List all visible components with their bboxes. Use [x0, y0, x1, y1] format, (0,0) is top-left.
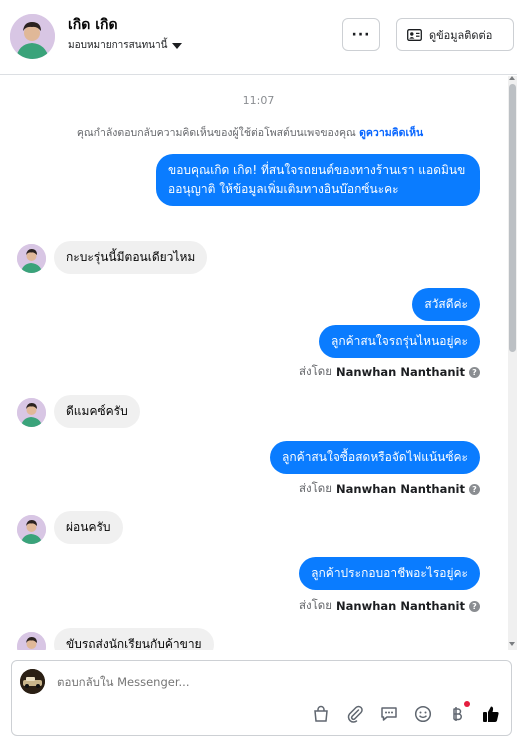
outgoing-message[interactable]: ขอบคุณเกิด เกิด! ที่สนใจรถยนต์ของทางร้าน…: [156, 154, 480, 206]
bag-icon[interactable]: [311, 704, 331, 724]
contact-avatar[interactable]: [10, 14, 55, 59]
attach-icon[interactable]: [345, 704, 365, 724]
view-comment-link[interactable]: ดูความคิดเห็น: [359, 127, 423, 139]
assign-label: มอบหมายการสนทนานี้: [68, 40, 168, 51]
sent-by-prefix: ส่งโดย: [298, 598, 333, 612]
sent-by-name: Nanwhan Nanthanit: [336, 599, 465, 613]
incoming-message[interactable]: ผ่อนครับ: [54, 511, 123, 544]
incoming-message[interactable]: ดีแมคซ์ครับ: [54, 395, 140, 428]
view-contact-label: ดูข้อมูลติดต่อ: [429, 28, 493, 42]
help-icon[interactable]: ?: [469, 600, 480, 612]
reply-input[interactable]: [57, 675, 357, 689]
view-contact-button[interactable]: ดูข้อมูลติดต่อ: [396, 18, 514, 51]
more-options-button[interactable]: ···: [342, 18, 380, 51]
sent-by-label: ส่งโดย Nanwhan Nanthanit ?: [299, 480, 480, 498]
scrollbar-thumb[interactable]: [509, 84, 516, 352]
message-thread[interactable]: 11:07 คุณกำลังตอบกลับความคิดเห็นของผู้ใช…: [0, 76, 508, 650]
like-icon[interactable]: [481, 704, 501, 724]
reply-context-note: คุณกำลังตอบกลับความคิดเห็นของผู้ใช้ต่อโพ…: [0, 124, 500, 141]
timestamp: 11:07: [242, 94, 275, 107]
sent-by-name: Nanwhan Nanthanit: [336, 482, 465, 496]
page-avatar: [20, 669, 45, 694]
contact-avatar-small: [17, 398, 46, 427]
help-icon[interactable]: ?: [469, 366, 480, 378]
contact-avatar-small: [17, 515, 46, 544]
contact-name[interactable]: เกิด เกิด: [68, 14, 118, 36]
incoming-message[interactable]: กะบะรุ่นนี้มีตอนเดียวไหม: [54, 241, 208, 274]
scroll-up-arrow-icon[interactable]: [509, 76, 515, 80]
scroll-down-arrow-icon[interactable]: [509, 642, 515, 646]
contact-avatar-small: [17, 632, 46, 650]
comment-icon[interactable]: [379, 704, 399, 724]
outgoing-message[interactable]: ลูกค้าประกอบอาชีพอะไรอยู่คะ: [299, 557, 480, 590]
outgoing-message[interactable]: ลูกค้าสนใจรถรุ่นไหนอยู่คะ: [318, 325, 480, 358]
sent-by-label: ส่งโดย Nanwhan Nanthanit ?: [299, 597, 480, 615]
contact-card-icon: [407, 28, 422, 41]
help-icon[interactable]: ?: [469, 483, 480, 495]
composer-toolbar: [311, 701, 501, 724]
caret-down-icon: [172, 42, 183, 49]
sent-by-prefix: ส่งโดย: [298, 364, 333, 378]
baht-icon[interactable]: [447, 701, 470, 724]
conversation-header: เกิด เกิด มอบหมายการสนทนานี้ ··· ดูข้อมู…: [0, 0, 517, 75]
assign-conversation-dropdown[interactable]: มอบหมายการสนทนานี้: [68, 38, 183, 53]
sent-by-label: ส่งโดย Nanwhan Nanthanit ?: [299, 363, 480, 381]
reply-context-text: คุณกำลังตอบกลับความคิดเห็นของผู้ใช้ต่อโพ…: [76, 127, 360, 139]
scrollbar[interactable]: [508, 76, 517, 650]
outgoing-message[interactable]: สวัสดีค่ะ: [412, 288, 480, 321]
incoming-message[interactable]: ขับรถส่งนักเรียนกับค้าขาย: [54, 628, 214, 650]
emoji-icon[interactable]: [413, 704, 433, 724]
outgoing-message[interactable]: ลูกค้าสนใจซื้อสดหรือจัดไฟแน้นซ์คะ: [270, 441, 480, 474]
sent-by-prefix: ส่งโดย: [298, 481, 333, 495]
reply-composer: [11, 660, 512, 736]
contact-avatar-small: [17, 244, 46, 273]
notification-dot: [464, 701, 470, 707]
sent-by-name: Nanwhan Nanthanit: [336, 365, 465, 379]
